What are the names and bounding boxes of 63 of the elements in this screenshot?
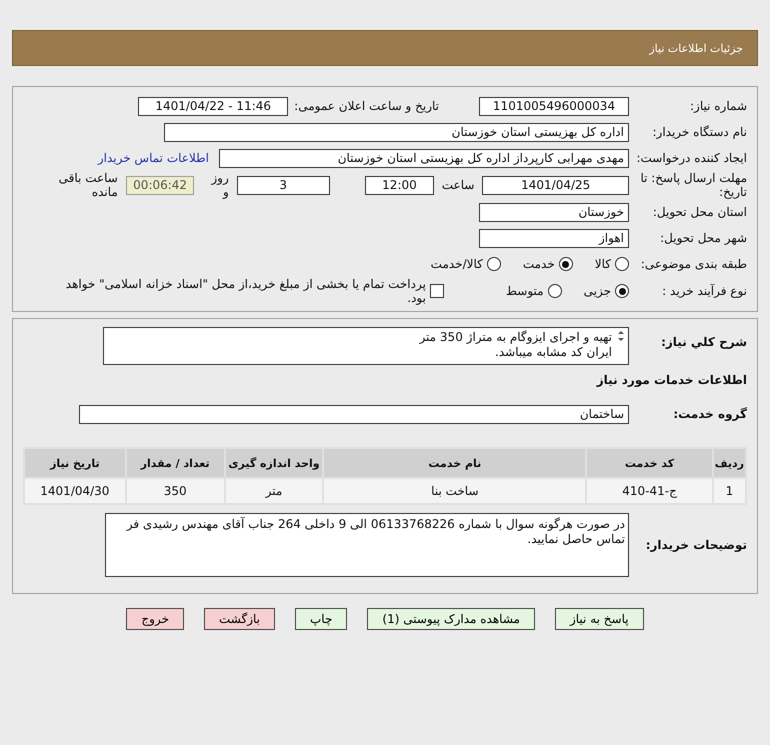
buyer-notes-field[interactable]: در صورت هرگونه سوال با شماره 06133768226 الی 9 داخلی 264 جناب آقای مهندس رشیدی فر تماس حاصل نمایید.: [105, 513, 629, 577]
field-label: ساعت: [442, 178, 474, 192]
page-title: جزئیات اطلاعات نیاز: [649, 42, 743, 54]
table-cell: ج-41-410: [587, 479, 712, 503]
remaining-time-field: 00:06:42: [126, 176, 194, 194]
need-number-field[interactable]: 1101005496000034: [479, 96, 629, 116]
announce-date-field[interactable]: 1401/04/22 - 11:46: [138, 96, 288, 116]
province-field[interactable]: خوزستان: [479, 202, 629, 222]
description-line: تهیه و اجرای ایزوگام به متراژ 350 متر: [419, 330, 612, 345]
city-field[interactable]: اهواز: [479, 228, 629, 248]
column-header: کد خدمت: [587, 449, 712, 477]
field-label: شماره نیاز:: [689, 99, 747, 113]
service-group-field[interactable]: ساختمان: [79, 404, 629, 424]
section-title: اطلاعات خدمات مورد نیاز: [595, 373, 747, 387]
radio-button[interactable]: [486, 257, 501, 271]
description-line: ایران کد مشابه میباشد.: [494, 345, 612, 360]
option-label: کالا: [594, 257, 611, 271]
table-cell: متر: [226, 479, 322, 503]
action-button[interactable]: خروج: [126, 608, 184, 630]
deadline-time-field[interactable]: 12:00: [365, 176, 434, 194]
field-label: ایجاد کننده درخواست:: [635, 151, 747, 165]
requester-field[interactable]: مهدی مهرابی کارپرداز اداره کل بهزیستی استان خوزستان: [219, 148, 629, 168]
days-field[interactable]: 3: [236, 176, 330, 194]
field-label: شهر محل تحویل:: [659, 231, 747, 245]
action-button[interactable]: پاسخ به نیاز: [554, 608, 644, 630]
radio-button[interactable]: [558, 257, 573, 271]
field-label: شرح کلي نياز:: [660, 334, 747, 349]
column-header: تاریخ نیاز: [25, 449, 125, 477]
column-header: تعداد / مقدار: [126, 449, 224, 477]
action-button[interactable]: چاپ: [295, 608, 348, 630]
option-label: کالا/خدمت: [430, 257, 483, 271]
field-label: طبقه بندی موضوعی:: [640, 257, 747, 271]
column-header: واحد اندازه گیری: [226, 449, 322, 477]
table-cell: ساخت بنا: [324, 479, 586, 503]
description-field[interactable]: تهیه و اجرای ایزوگام به متراژ 350 متر ایران کد مشابه میباشد.: [103, 327, 629, 365]
checkbox[interactable]: [430, 284, 444, 298]
field-label: تاریخ و ساعت اعلان عمومی:: [294, 99, 439, 113]
option-label: متوسط: [506, 284, 544, 298]
table-cell: 1: [714, 479, 745, 503]
column-header: نام خدمت: [324, 449, 586, 477]
action-button[interactable]: بازگشت: [204, 608, 275, 630]
column-header: ردیف: [714, 449, 745, 477]
field-label: مهلت ارسال پاسخ: تا تاریخ:: [639, 171, 747, 199]
deadline-date-field[interactable]: 1401/04/25: [482, 176, 629, 194]
scroll-arrows-icon[interactable]: [616, 330, 626, 342]
radio-button[interactable]: [548, 284, 562, 298]
buyer-org-field[interactable]: اداره کل بهزیستی استان خوزستان: [164, 122, 629, 142]
radio-button[interactable]: [615, 257, 629, 271]
table-cell: 350: [126, 479, 224, 503]
field-label: نوع فرآیند خرید :: [661, 284, 747, 298]
field-label: توضیحات خریدار:: [644, 538, 747, 552]
radio-button[interactable]: [615, 284, 629, 298]
field-label: گروه خدمت:: [672, 407, 747, 421]
field-label: استان محل تحویل:: [652, 205, 747, 219]
option-label: جزیی: [584, 284, 611, 298]
table-cell: 1401/04/30: [25, 479, 125, 503]
field-label: روز و: [210, 171, 229, 199]
option-label: خدمت: [522, 257, 555, 271]
action-button[interactable]: مشاهده مدارک پیوستی (1): [367, 608, 535, 630]
option-label: پرداخت تمام یا بخشی از مبلغ خرید،از محل "اسناد خزانه اسلامی" خواهد بود.: [64, 277, 426, 305]
field-label: ساعت باقی مانده: [58, 171, 118, 199]
field-label: نام دستگاه خریدار:: [652, 125, 747, 139]
buyer-contact-link[interactable]: اطلاعات تماس خریدار: [98, 151, 209, 165]
